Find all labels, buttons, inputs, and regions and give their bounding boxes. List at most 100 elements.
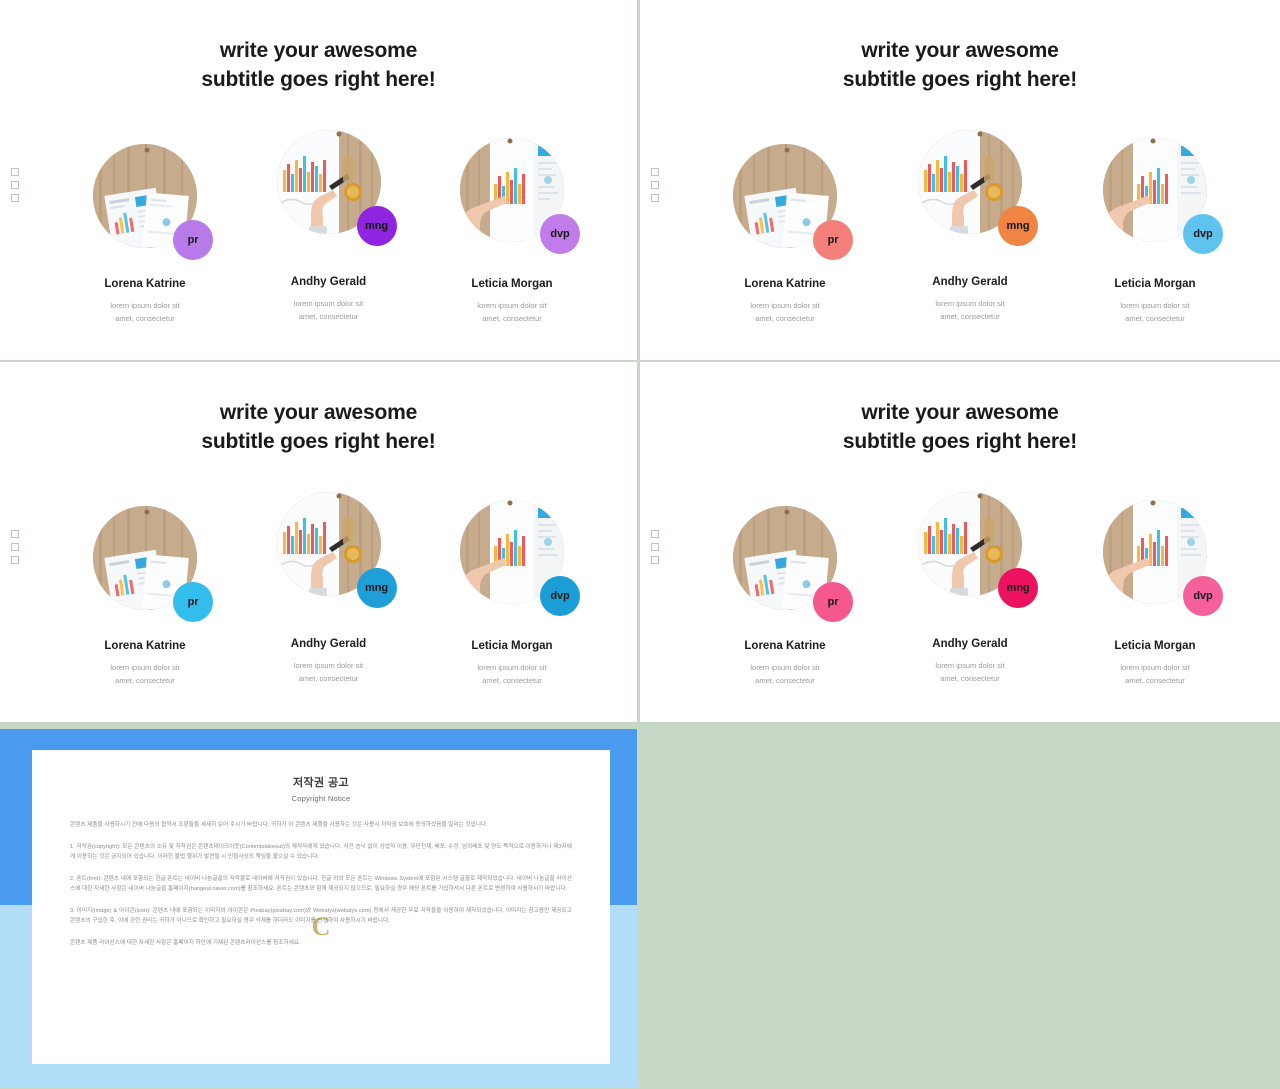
- copyright-footer: 콘텐츠 제품 라이선스에 대한 자세한 사항은 홈페이지 하단에 기재된 콘텐츠…: [70, 939, 301, 946]
- person-desc-line-2: amet, consectetur: [1125, 314, 1185, 323]
- avatar-wrap: pr: [93, 144, 213, 260]
- square-marker-icon: [651, 168, 659, 176]
- role-badge-label: pr: [187, 234, 199, 246]
- role-badge[interactable]: dvp: [540, 214, 580, 254]
- person-description: lorem ipsum dolor sit amet, consectetur: [427, 299, 597, 325]
- team-card-list: pr Lorena Katrine lorem ipsum dolor sit …: [60, 492, 597, 687]
- person-desc-line-1: lorem ipsum dolor sit: [1120, 663, 1190, 672]
- avatar-wrap: mng: [918, 130, 1038, 246]
- role-badge-label: pr: [187, 596, 199, 608]
- role-badge-label: pr: [827, 596, 839, 608]
- person-desc-line-2: amet, consectetur: [940, 312, 1000, 321]
- team-card[interactable]: mng Andhy Gerald lorem ipsum dolor sit a…: [885, 130, 1055, 325]
- avatar-wrap: mng: [918, 492, 1038, 608]
- slide-warm[interactable]: write your awesome subtitle goes right h…: [640, 0, 1280, 360]
- copyright-section-3: 3. 이미지(image) & 아이콘(icon): 콘텐츠 내에 포함되는 이…: [70, 907, 572, 925]
- person-name: Leticia Morgan: [471, 278, 553, 290]
- team-card[interactable]: dvp Leticia Morgan lorem ipsum dolor sit…: [1070, 500, 1240, 687]
- copyright-paper: 저작권 공고 Copyright Notice 콘텐츠 제품을 사용하시기 전에…: [32, 750, 610, 1064]
- avatar-wrap: dvp: [460, 138, 580, 254]
- copyright-notice-slide[interactable]: 저작권 공고 Copyright Notice 콘텐츠 제품을 사용하시기 전에…: [0, 724, 637, 1087]
- role-badge[interactable]: mng: [356, 206, 397, 246]
- role-badge[interactable]: pr: [813, 220, 853, 260]
- slide-blue[interactable]: write your awesome subtitle goes right h…: [0, 362, 637, 722]
- slide-purple[interactable]: write your awesome subtitle goes right h…: [0, 0, 637, 360]
- role-badge[interactable]: pr: [173, 220, 213, 260]
- square-marker-icon: [651, 530, 659, 538]
- person-name: Leticia Morgan: [471, 640, 553, 652]
- avatar-wrap: mng: [276, 492, 397, 608]
- team-card[interactable]: mng Andhy Gerald lorem ipsum dolor sit a…: [244, 130, 414, 325]
- person-desc-line-1: lorem ipsum dolor sit: [110, 301, 180, 310]
- square-marker-icon: [11, 168, 19, 176]
- square-marker-icon: [651, 194, 659, 202]
- team-card[interactable]: dvp Leticia Morgan lorem ipsum dolor sit…: [427, 138, 597, 325]
- person-desc-line-1: lorem ipsum dolor sit: [1120, 301, 1190, 310]
- role-badge[interactable]: pr: [173, 582, 213, 622]
- role-badge[interactable]: pr: [813, 582, 853, 622]
- team-card[interactable]: pr Lorena Katrine lorem ipsum dolor sit …: [700, 144, 870, 325]
- square-marker-icon: [651, 543, 659, 551]
- bullet-markers: [651, 168, 659, 202]
- title-line-2: subtitle goes right here!: [842, 68, 1078, 91]
- person-name: Leticia Morgan: [1114, 640, 1196, 652]
- person-name: Lorena Katrine: [744, 640, 826, 652]
- person-desc-line-1: lorem ipsum dolor sit: [477, 663, 547, 672]
- bullet-markers: [651, 530, 659, 564]
- title-line-1: write your awesome: [219, 39, 418, 62]
- role-badge-label: mng: [365, 582, 388, 594]
- copyright-intro: 콘텐츠 제품을 사용하시기 전에 다음의 협약서 조항들을 세세히 읽어 주시기…: [70, 822, 488, 828]
- title-line-1: write your awesome: [219, 401, 418, 424]
- copyright-section-1: 1. 저작권(copyright): 모든 콘텐츠의 소유 및 저작권은 콘텐츠…: [70, 843, 572, 861]
- slide-pink[interactable]: write your awesome subtitle goes right h…: [640, 362, 1280, 722]
- page-title: write your awesome subtitle goes right h…: [0, 398, 637, 456]
- role-badge[interactable]: mng: [356, 568, 397, 608]
- bullet-markers: [11, 530, 19, 564]
- team-card[interactable]: pr Lorena Katrine lorem ipsum dolor sit …: [700, 506, 870, 687]
- role-badge-label: mng: [1006, 220, 1030, 232]
- team-card[interactable]: dvp Leticia Morgan lorem ipsum dolor sit…: [427, 500, 597, 687]
- team-card[interactable]: pr Lorena Katrine lorem ipsum dolor sit …: [60, 144, 230, 325]
- team-card-list: pr Lorena Katrine lorem ipsum dolor sit …: [700, 492, 1240, 687]
- team-card[interactable]: mng Andhy Gerald lorem ipsum dolor sit a…: [885, 492, 1055, 687]
- page-title: write your awesome subtitle goes right h…: [640, 398, 1280, 456]
- copyright-section-2: 2. 폰트(font): 콘텐츠 내에 포함되는 한글 폰트는 네이버 나눔글꼴…: [70, 875, 572, 893]
- square-marker-icon: [651, 556, 659, 564]
- avatar-wrap: pr: [733, 506, 853, 622]
- role-badge[interactable]: mng: [998, 568, 1038, 608]
- person-desc-line-1: lorem ipsum dolor sit: [110, 663, 180, 672]
- team-card[interactable]: dvp Leticia Morgan lorem ipsum dolor sit…: [1070, 138, 1240, 325]
- title-line-1: write your awesome: [861, 39, 1059, 62]
- person-name: Andhy Gerald: [290, 276, 367, 288]
- page-title: write your awesome subtitle goes right h…: [0, 36, 637, 94]
- role-badge-label: dvp: [550, 590, 570, 602]
- person-desc-line-2: amet, consectetur: [115, 676, 175, 685]
- square-marker-icon: [11, 530, 19, 538]
- role-badge-label: mng: [1006, 582, 1030, 594]
- person-desc-line-2: amet, consectetur: [298, 312, 359, 321]
- empty-area: [640, 724, 1280, 1087]
- person-desc-line-1: lorem ipsum dolor sit: [935, 661, 1005, 670]
- role-badge[interactable]: mng: [998, 206, 1038, 246]
- team-card[interactable]: pr Lorena Katrine lorem ipsum dolor sit …: [60, 506, 230, 687]
- square-marker-icon: [11, 194, 19, 202]
- title-line-2: subtitle goes right here!: [842, 430, 1078, 453]
- person-description: lorem ipsum dolor sit amet, consectetur: [1070, 299, 1240, 325]
- person-description: lorem ipsum dolor sit amet, consectetur: [700, 661, 870, 687]
- person-description: lorem ipsum dolor sit amet, consectetur: [60, 661, 230, 687]
- person-name: Andhy Gerald: [932, 276, 1008, 288]
- avatar-wrap: pr: [93, 506, 213, 622]
- square-marker-icon: [11, 556, 19, 564]
- copyright-title: 저작권 공고: [292, 777, 350, 789]
- person-name: Andhy Gerald: [290, 638, 367, 650]
- person-desc-line-2: amet, consectetur: [482, 314, 542, 323]
- person-desc-line-1: lorem ipsum dolor sit: [477, 301, 547, 310]
- role-badge[interactable]: dvp: [540, 576, 580, 616]
- person-name: Leticia Morgan: [1114, 278, 1196, 290]
- person-desc-line-1: lorem ipsum dolor sit: [750, 301, 820, 310]
- team-card[interactable]: mng Andhy Gerald lorem ipsum dolor sit a…: [244, 492, 414, 687]
- role-badge[interactable]: dvp: [1183, 214, 1223, 254]
- person-description: lorem ipsum dolor sit amet, consectetur: [700, 299, 870, 325]
- role-badge[interactable]: dvp: [1183, 576, 1223, 616]
- person-desc-line-2: amet, consectetur: [1125, 676, 1185, 685]
